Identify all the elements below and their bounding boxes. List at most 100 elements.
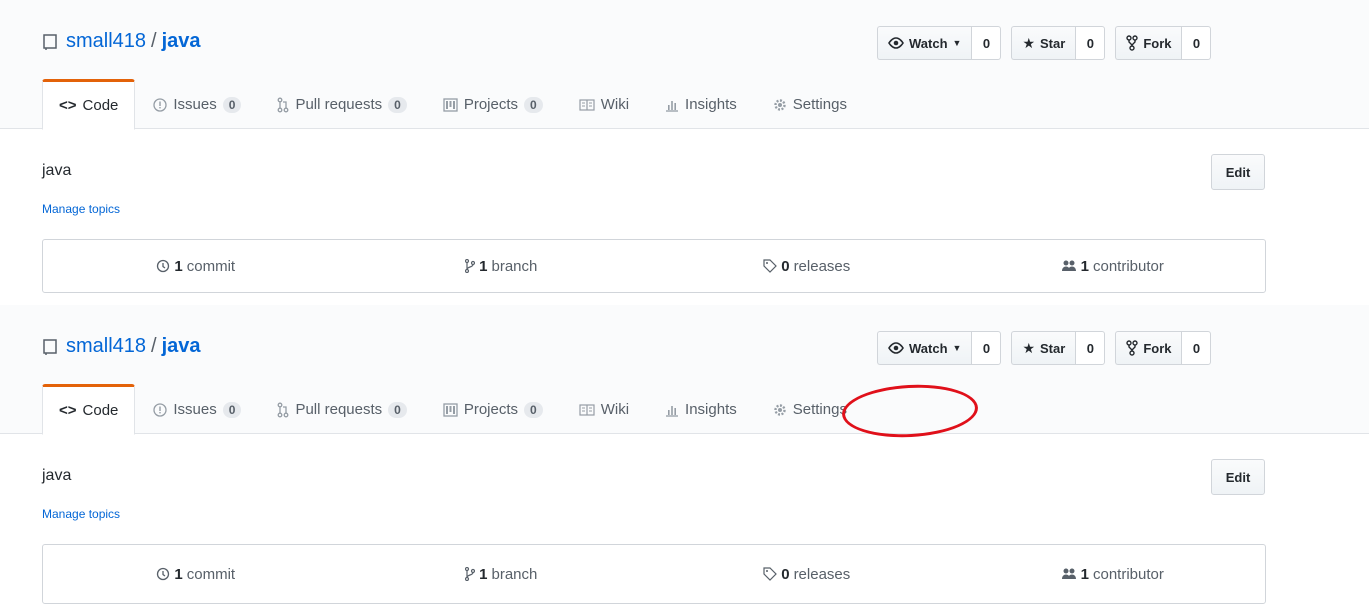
watch-count[interactable]: 0 (971, 331, 1002, 365)
tag-icon (763, 259, 778, 273)
tab-issues[interactable]: Issues 0 (135, 384, 259, 435)
tab-projects[interactable]: Projects 0 (425, 384, 561, 435)
tab-issues[interactable]: Issues 0 (135, 79, 259, 130)
fork-icon (1126, 35, 1139, 51)
tab-insights-label: Insights (685, 96, 737, 113)
watch-group: Watch ▼ 0 (877, 331, 1002, 365)
pull-requests-counter: 0 (388, 401, 407, 418)
code-icon: <> (59, 402, 77, 419)
code-icon: <> (59, 97, 77, 114)
tab-wiki[interactable]: Wiki (561, 384, 647, 435)
star-group: ★ Star 0 (1011, 331, 1106, 365)
fork-button[interactable]: Fork (1115, 331, 1182, 365)
star-button[interactable]: ★ Star (1011, 331, 1076, 365)
gear-icon (773, 403, 787, 417)
pull-requests-counter: 0 (388, 96, 407, 113)
history-icon (157, 567, 170, 581)
contributors-label: contributor (1092, 565, 1164, 583)
branches-link[interactable]: 1 branch (349, 545, 655, 603)
branches-count: 1 (479, 565, 488, 583)
repo-actions: Watch ▼ 0 ★ Star 0 Fork 0 (877, 26, 1221, 60)
tab-settings[interactable]: Settings (755, 384, 865, 435)
releases-link[interactable]: 0 releases (654, 240, 960, 292)
tab-code[interactable]: <> Code (42, 384, 136, 435)
tab-code-label: Code (82, 97, 119, 114)
manage-topics-link[interactable]: Manage topics (42, 507, 120, 521)
contributors-link[interactable]: 1 contributor (960, 545, 1266, 603)
repo-owner-link[interactable]: small418 (66, 335, 146, 358)
watch-button[interactable]: Watch ▼ (877, 26, 972, 60)
watch-button[interactable]: Watch ▼ (877, 331, 972, 365)
commits-link[interactable]: 1 commit (43, 240, 349, 292)
tab-settings-label: Settings (792, 401, 847, 418)
repo-owner-link[interactable]: small418 (66, 30, 146, 53)
projects-counter: 0 (524, 96, 543, 113)
eye-icon (888, 37, 904, 49)
branches-count: 1 (479, 257, 488, 275)
edit-button[interactable]: Edit (1211, 154, 1265, 190)
watch-group: Watch ▼ 0 (877, 26, 1002, 60)
projects-counter: 0 (524, 401, 543, 418)
tab-pull-requests[interactable]: Pull requests 0 (259, 79, 424, 130)
star-label: Star (1040, 35, 1066, 51)
watch-label: Watch (909, 35, 948, 51)
repo-icon (42, 33, 58, 51)
eye-icon (888, 342, 904, 354)
tag-icon (763, 567, 778, 581)
fork-group: Fork 0 (1115, 26, 1212, 60)
tab-insights[interactable]: Insights (647, 79, 755, 130)
fork-button[interactable]: Fork (1115, 26, 1182, 60)
tab-wiki[interactable]: Wiki (561, 79, 647, 130)
branch-icon (465, 567, 476, 581)
releases-link[interactable]: 0 releases (654, 545, 960, 603)
commits-link[interactable]: 1 commit (43, 545, 349, 603)
fork-group: Fork 0 (1115, 331, 1212, 365)
repo-header: small418 / java Watch ▼ 0 ★ Star 0 Fork … (0, 0, 1369, 130)
repo-name-link[interactable]: java (162, 335, 201, 358)
commits-count: 1 (174, 257, 183, 275)
releases-count: 0 (781, 565, 790, 583)
contributors-label: contributor (1092, 257, 1164, 275)
star-count[interactable]: 0 (1075, 26, 1106, 60)
star-icon: ★ (1022, 34, 1036, 51)
repo-icon (42, 338, 58, 356)
tab-pull-requests[interactable]: Pull requests 0 (259, 384, 424, 435)
tab-code[interactable]: <> Code (42, 79, 136, 130)
tab-projects-label: Projects (463, 401, 519, 418)
branches-link[interactable]: 1 branch (349, 240, 655, 292)
repo-name-link[interactable]: java (162, 30, 201, 53)
issues-counter: 0 (222, 96, 242, 113)
watch-label: Watch (909, 340, 948, 356)
repo-actions: Watch ▼ 0 ★ Star 0 Fork 0 (877, 331, 1221, 365)
repo-page-after: small418 / java Watch ▼ 0 ★ Star 0 Fork … (0, 305, 1369, 604)
releases-count: 0 (781, 257, 790, 275)
tab-wiki-label: Wiki (600, 401, 630, 418)
star-group: ★ Star 0 (1011, 26, 1106, 60)
tab-wiki-label: Wiki (600, 96, 630, 113)
repo-header: small418 / java Watch ▼ 0 ★ Star 0 Fork … (0, 305, 1369, 435)
tab-pull-requests-label: Pull requests (295, 96, 383, 113)
star-label: Star (1040, 340, 1066, 356)
tab-projects[interactable]: Projects 0 (425, 79, 561, 130)
book-icon (579, 403, 595, 416)
tab-insights[interactable]: Insights (647, 384, 755, 435)
star-button[interactable]: ★ Star (1011, 26, 1076, 60)
issues-counter: 0 (222, 401, 242, 418)
tab-settings-label: Settings (792, 96, 847, 113)
star-count[interactable]: 0 (1075, 331, 1106, 365)
contributors-link[interactable]: 1 contributor (960, 240, 1266, 292)
repo-path-separator: / (151, 30, 157, 52)
repo-page-before: small418 / java Watch ▼ 0 ★ Star 0 Fork … (0, 0, 1369, 305)
watch-count[interactable]: 0 (971, 26, 1002, 60)
numbers-summary: 1 commit 1 branch 0 releases 1 contribut… (42, 544, 1266, 604)
manage-topics-link[interactable]: Manage topics (42, 202, 120, 216)
tab-settings[interactable]: Settings (755, 79, 865, 130)
edit-button[interactable]: Edit (1211, 459, 1265, 495)
commits-label: commit (186, 565, 236, 583)
fork-count[interactable]: 0 (1181, 331, 1212, 365)
people-icon (1061, 568, 1076, 579)
issue-icon (153, 97, 168, 112)
numbers-summary: 1 commit 1 branch 0 releases 1 contribut… (42, 239, 1266, 293)
fork-count[interactable]: 0 (1181, 26, 1212, 60)
fork-icon (1126, 340, 1139, 356)
